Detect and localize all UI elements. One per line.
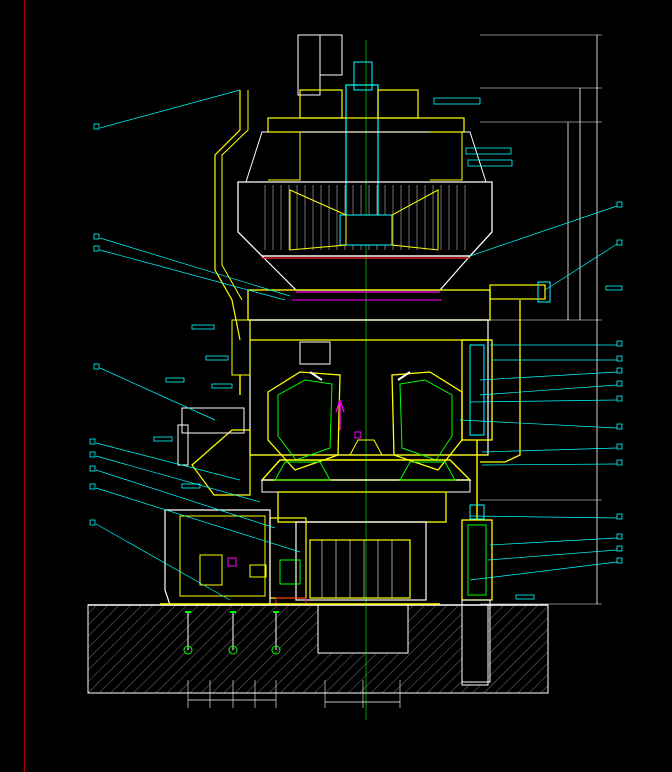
label-box [205, 355, 229, 361]
inspection-door [299, 341, 331, 365]
callout-leader [99, 249, 286, 301]
right-return-pipe [480, 300, 521, 463]
callout-box [616, 459, 623, 466]
callout-box [89, 483, 96, 490]
cylinder-lower [461, 519, 493, 601]
main-motor [164, 509, 271, 606]
motor-terminal [199, 554, 223, 586]
gearbox [295, 521, 427, 601]
top-bearing-right [377, 89, 419, 119]
coupling-hub [279, 559, 301, 585]
callout-leader [95, 523, 231, 601]
sep-right-frame [430, 131, 463, 181]
callout-box [89, 438, 96, 445]
grinding-segment-left [274, 461, 331, 481]
callout-box [616, 201, 623, 208]
motor-box [249, 564, 267, 578]
callout-leader [469, 515, 618, 519]
callout-box [616, 340, 623, 347]
label-box [433, 97, 481, 105]
callout-box [616, 239, 623, 246]
callout-box [616, 513, 623, 520]
foundation-pit [317, 604, 409, 654]
label-box [465, 147, 512, 155]
right-roller-inner [399, 379, 453, 461]
rotor-right-cone [391, 189, 439, 251]
callout-leader [99, 89, 241, 129]
label-box [515, 594, 535, 600]
callout-leaders [89, 89, 623, 601]
callout-leader [99, 367, 216, 421]
callout-leader [95, 442, 241, 481]
shaft-cap [353, 61, 373, 91]
callout-box [616, 545, 623, 552]
callout-box [89, 519, 96, 526]
rotor-left-cone [289, 189, 347, 251]
callout-box [93, 123, 100, 130]
callout-box [616, 423, 623, 430]
label-box [605, 285, 623, 291]
callout-box [89, 451, 96, 458]
cad-drawing-canvas [87, 34, 623, 720]
cylinder-lower-inner [467, 524, 487, 596]
feed-box-side [177, 424, 189, 466]
dimension-lines [480, 34, 602, 605]
foundation [87, 604, 549, 708]
callout-leader [544, 243, 618, 291]
outlet-pipe [489, 284, 546, 300]
callout-leader [479, 371, 618, 381]
top-column-left [297, 34, 321, 96]
top-column-right [319, 34, 343, 76]
label-box [467, 159, 513, 167]
sep-left-frame [268, 131, 301, 181]
feed-box [181, 407, 245, 434]
cylinder-rod-upper [469, 344, 485, 436]
left-roller-inner [277, 379, 333, 461]
callout-box [616, 395, 623, 402]
callout-box [616, 380, 623, 387]
callout-leader [479, 384, 618, 396]
label-box [191, 324, 215, 330]
callout-box [616, 367, 623, 374]
left-valve [231, 319, 251, 376]
label-box [211, 383, 233, 389]
left-pipe [214, 90, 241, 341]
label-box [165, 377, 185, 383]
drive-unit [160, 491, 447, 606]
callout-box [616, 533, 623, 540]
callout-leader [489, 537, 618, 546]
magenta-marker [354, 431, 362, 439]
motor-marker [227, 557, 237, 567]
callout-box [616, 355, 623, 362]
callout-box [89, 465, 96, 472]
gearbox-inner [309, 539, 411, 599]
left-pipe-inner [221, 90, 249, 301]
top-bearing-left [299, 89, 343, 119]
callout-leader [487, 549, 618, 561]
label-box [153, 436, 173, 442]
roller-axle [397, 371, 411, 381]
cylinder-pit [461, 604, 489, 686]
grinding-segment-right [399, 461, 456, 481]
callout-leader [99, 237, 291, 297]
center-shaft [345, 84, 379, 226]
callout-box [93, 245, 100, 252]
rotor-hub [339, 214, 393, 246]
coupling [269, 517, 307, 599]
red-base-mark [275, 597, 307, 605]
callout-box [616, 557, 623, 564]
callout-box [93, 363, 100, 370]
callout-box [93, 233, 100, 240]
callout-box [616, 443, 623, 450]
